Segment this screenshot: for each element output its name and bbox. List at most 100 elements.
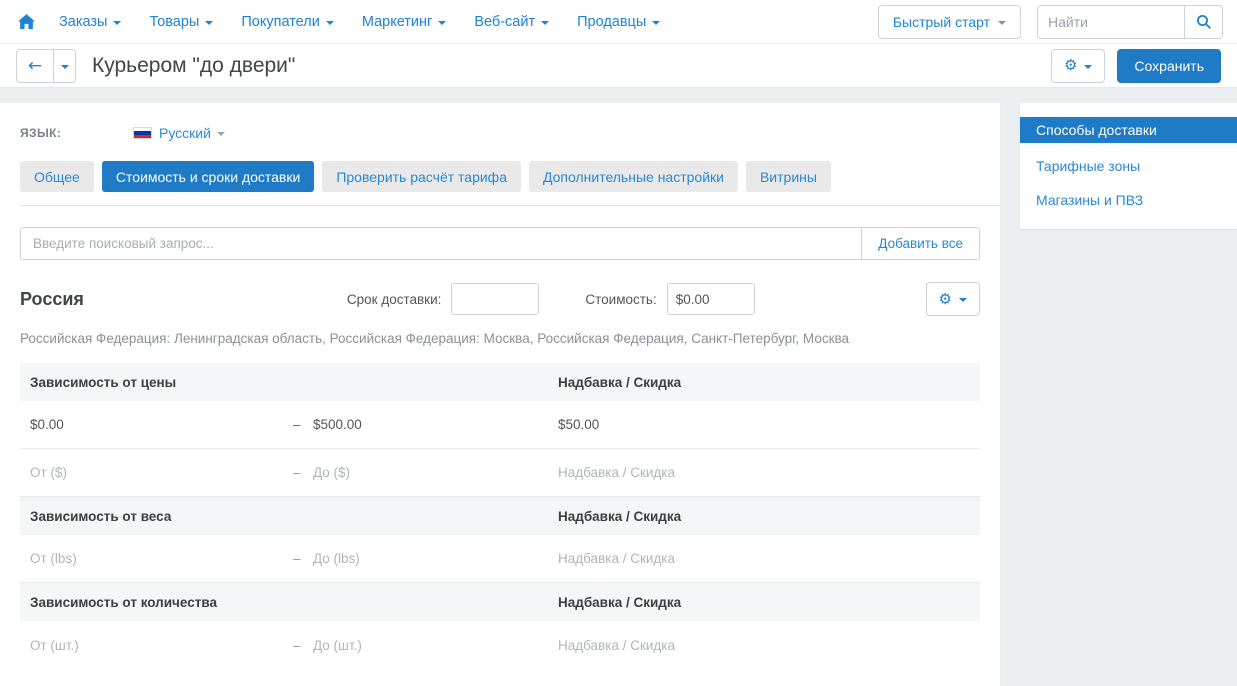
add-all-button[interactable]: Добавить все <box>861 228 979 259</box>
russia-flag-icon <box>133 127 152 139</box>
rate-row-price-filled: – <box>20 401 980 449</box>
nav-menu-marketing[interactable]: Маркетинг <box>348 14 461 30</box>
cost-input[interactable] <box>667 283 755 315</box>
main-content-panel: ЯЗЫК: Русский Общее Стоимость и сроки до… <box>0 103 1000 686</box>
destination-locations: Российская Федерация: Ленинградская обла… <box>20 331 980 346</box>
nav-menu-label: Маркетинг <box>362 14 433 30</box>
chevron-down-icon <box>652 21 660 25</box>
chevron-down-icon <box>959 298 967 302</box>
global-search-group <box>1037 5 1223 39</box>
quick-start-button[interactable]: Быстрый старт <box>878 5 1021 39</box>
settings-dropdown-button[interactable]: ⚙ <box>1051 49 1105 83</box>
save-button[interactable]: Сохранить <box>1117 49 1221 83</box>
tabs-divider <box>20 205 1000 206</box>
chevron-down-icon <box>217 132 225 136</box>
tab-test-rate-calculation[interactable]: Проверить расчёт тарифа <box>322 161 521 192</box>
global-search-input[interactable] <box>1038 6 1184 38</box>
chevron-down-icon <box>326 21 334 25</box>
range-dash: – <box>293 638 313 653</box>
gear-icon: ⚙ <box>939 292 952 307</box>
section-title: Зависимость от количества <box>30 595 558 610</box>
shipping-sidebar: Способы доставки Тарифные зоны Магазины … <box>1020 103 1237 229</box>
section-modifier-header: Надбавка / Скидка <box>558 595 970 610</box>
home-button[interactable] <box>18 14 35 29</box>
nav-menu-products[interactable]: Товары <box>135 14 227 30</box>
destination-row: Россия Срок доставки: Стоимость: ⚙ <box>20 282 980 316</box>
rate-from-input[interactable] <box>30 465 267 480</box>
rate-section-header-weight: Зависимость от веса Надбавка / Скидка <box>20 497 980 535</box>
rate-area-search-input[interactable] <box>21 228 861 259</box>
rate-section-header-price: Зависимость от цены Надбавка / Скидка <box>20 363 980 401</box>
chevron-down-icon <box>205 21 213 25</box>
topnav-right-group: Быстрый старт <box>878 5 1223 39</box>
language-selector[interactable]: Русский <box>159 125 225 141</box>
nav-menu-label: Покупатели <box>241 14 319 30</box>
global-search-button[interactable] <box>1184 6 1222 38</box>
tab-shipping-charges[interactable]: Стоимость и сроки доставки <box>102 161 314 192</box>
section-modifier-header: Надбавка / Скидка <box>558 509 970 524</box>
back-button[interactable]: ← <box>16 49 54 83</box>
rate-modifier-input[interactable] <box>558 465 929 480</box>
delivery-time-label: Срок доставки: <box>347 292 441 307</box>
rate-row-quantity-empty: – <box>20 621 980 669</box>
chevron-down-icon <box>1084 65 1092 69</box>
language-row: ЯЗЫК: Русский <box>20 125 980 141</box>
rate-to-input[interactable] <box>313 551 534 566</box>
tab-storefronts[interactable]: Витрины <box>746 161 831 192</box>
chevron-down-icon <box>438 21 446 25</box>
nav-menu-label: Товары <box>149 14 199 30</box>
sidebar-item-rate-areas[interactable]: Тарифные зоны <box>1020 153 1237 179</box>
nav-menu-orders[interactable]: Заказы <box>45 14 135 30</box>
destination-settings-button[interactable]: ⚙ <box>926 282 980 316</box>
sidebar-item-stores-pickup[interactable]: Магазины и ПВЗ <box>1020 187 1237 213</box>
cost-label: Стоимость: <box>585 292 656 307</box>
nav-menu-website[interactable]: Веб-сайт <box>460 14 563 30</box>
back-button-group: ← <box>16 49 76 83</box>
rate-from-input[interactable] <box>30 551 267 566</box>
tab-general[interactable]: Общее <box>20 161 94 192</box>
tab-bar: Общее Стоимость и сроки доставки Провери… <box>20 161 980 192</box>
rate-modifier-input[interactable] <box>558 417 929 432</box>
rate-row-price-empty: – <box>20 449 980 497</box>
search-icon <box>1196 14 1212 30</box>
nav-menu-label: Заказы <box>59 14 107 30</box>
section-title: Зависимость от цены <box>30 375 558 390</box>
destination-controls: Срок доставки: Стоимость: <box>347 283 755 315</box>
tab-advanced-settings[interactable]: Дополнительные настройки <box>529 161 738 192</box>
chevron-down-icon <box>541 21 549 25</box>
top-navigation: Заказы Товары Покупатели Маркетинг Веб-с… <box>0 0 1237 44</box>
rate-to-input[interactable] <box>313 638 534 653</box>
back-dropdown-button[interactable] <box>54 49 76 83</box>
rate-modifier-input[interactable] <box>558 638 929 653</box>
toolbar-actions: ⚙ Сохранить <box>1051 49 1221 83</box>
page-body: ЯЗЫК: Русский Общее Стоимость и сроки до… <box>0 88 1237 686</box>
chevron-down-icon <box>113 21 121 25</box>
language-value: Русский <box>159 125 211 141</box>
page-toolbar: ← Курьером "до двери" ⚙ Сохранить <box>0 44 1237 88</box>
rate-section-header-quantity: Зависимость от количества Надбавка / Ски… <box>20 583 980 621</box>
page-title: Курьером "до двери" <box>92 54 295 78</box>
chevron-down-icon <box>998 21 1006 25</box>
destination-name: Россия <box>20 289 84 310</box>
rate-from-input[interactable] <box>30 417 267 432</box>
rate-from-input[interactable] <box>30 638 267 653</box>
rate-to-input[interactable] <box>313 417 534 432</box>
rate-to-input[interactable] <box>313 465 534 480</box>
rate-modifier-input[interactable] <box>558 551 929 566</box>
section-title: Зависимость от веса <box>30 509 558 524</box>
home-icon <box>18 14 35 29</box>
language-label: ЯЗЫК: <box>20 126 133 140</box>
nav-menu-vendors[interactable]: Продавцы <box>563 14 674 30</box>
range-dash: – <box>293 417 313 432</box>
delivery-time-input[interactable] <box>451 283 539 315</box>
sidebar-item-shipping-methods[interactable]: Способы доставки <box>1020 117 1237 143</box>
gear-icon: ⚙ <box>1064 58 1077 73</box>
back-arrow-icon: ← <box>28 56 42 76</box>
section-modifier-header: Надбавка / Скидка <box>558 375 970 390</box>
nav-menu-label: Веб-сайт <box>474 14 535 30</box>
rate-area-search-group: Добавить все <box>20 227 980 260</box>
rate-row-weight-empty: – <box>20 535 980 583</box>
range-dash: – <box>293 551 313 566</box>
nav-menu-customers[interactable]: Покупатели <box>227 14 347 30</box>
chevron-down-icon <box>61 65 69 69</box>
